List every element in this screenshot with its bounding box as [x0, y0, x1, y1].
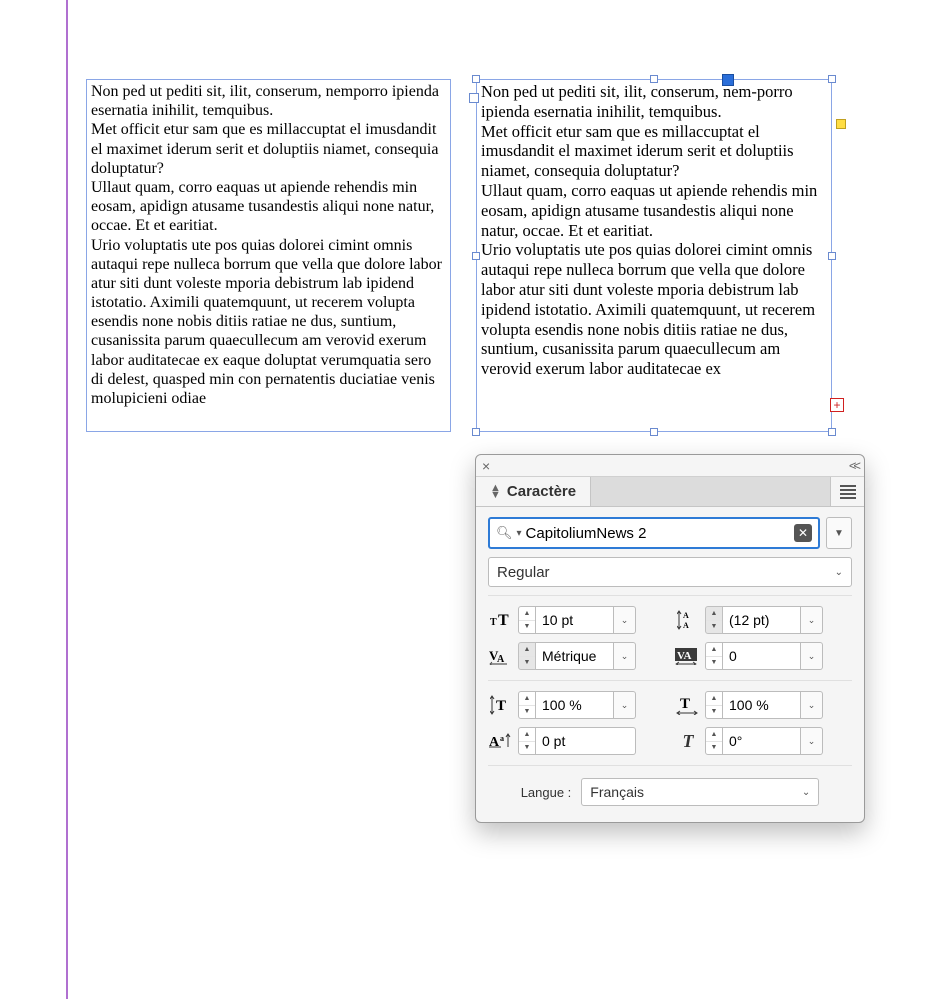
- tracking-input[interactable]: [723, 642, 801, 670]
- handle-top-right[interactable]: [828, 75, 836, 83]
- kerning-input[interactable]: [536, 642, 614, 670]
- filter-chevron-icon[interactable]: ▾: [517, 528, 522, 539]
- svg-text:VA: VA: [677, 650, 692, 662]
- font-style-select[interactable]: Regular ⌄: [488, 557, 852, 587]
- horizontal-scale-icon: T: [675, 692, 701, 718]
- leading-spinner[interactable]: ▲▼: [705, 606, 723, 634]
- chevron-down-icon: ⌄: [835, 567, 843, 578]
- svg-text:a: a: [500, 734, 504, 743]
- svg-text:T: T: [490, 617, 497, 628]
- font-size-input[interactable]: [536, 606, 614, 634]
- text-frame-right-selected[interactable]: Non ped ut pediti sit, ilit, conserum, n…: [476, 79, 832, 432]
- collapse-icon[interactable]: <<: [849, 458, 858, 473]
- content-grabber-indicator[interactable]: [836, 119, 846, 129]
- margin-guide: [66, 0, 68, 999]
- svg-text:A: A: [683, 621, 689, 630]
- handle-top-left[interactable]: [472, 75, 480, 83]
- panel-titlebar[interactable]: × <<: [476, 455, 864, 477]
- handle-bottom-right[interactable]: [828, 428, 836, 436]
- baseline-shift-icon: Aa: [488, 728, 514, 754]
- font-size-control: TT ▲▼ ⌄: [488, 606, 665, 634]
- tab-character[interactable]: ▲▼ Caractère: [476, 477, 591, 506]
- svg-text:T: T: [498, 612, 509, 629]
- svg-text:A: A: [497, 654, 505, 665]
- hscale-spinner[interactable]: ▲▼: [705, 691, 723, 719]
- text-in-port[interactable]: [469, 93, 479, 103]
- vscale-dropdown[interactable]: ⌄: [614, 691, 636, 719]
- skew-dropdown[interactable]: ⌄: [801, 727, 823, 755]
- font-size-icon: TT: [488, 607, 514, 633]
- handle-middle-left[interactable]: [472, 252, 480, 260]
- vertical-scale-icon: T: [488, 692, 514, 718]
- character-panel: × << ▲▼ Caractère 🔍︎ ▾ ✕ ▼ Regular ⌄: [475, 454, 865, 823]
- language-select[interactable]: Français ⌄: [581, 778, 819, 806]
- font-family-dropdown[interactable]: ▼: [826, 517, 852, 549]
- reference-point-indicator[interactable]: [722, 74, 734, 86]
- skew-control: T ▲▼ ⌄: [675, 727, 852, 755]
- tracking-icon: VA: [675, 643, 701, 669]
- handle-bottom-middle[interactable]: [650, 428, 658, 436]
- kerning-icon: VA: [488, 643, 514, 669]
- font-family-input[interactable]: [526, 525, 794, 542]
- vscale-input[interactable]: [536, 691, 614, 719]
- hscale-dropdown[interactable]: ⌄: [801, 691, 823, 719]
- hscale-input[interactable]: [723, 691, 801, 719]
- skew-input[interactable]: [723, 727, 801, 755]
- close-icon[interactable]: ×: [482, 458, 490, 474]
- cycle-icon: ▲▼: [490, 485, 501, 499]
- kerning-control: VA ▲▼ ⌄: [488, 642, 665, 670]
- menu-icon: [840, 483, 856, 501]
- font-size-spinner[interactable]: ▲▼: [518, 606, 536, 634]
- svg-text:T: T: [496, 698, 506, 714]
- horizontal-scale-control: T ▲▼ ⌄: [675, 691, 852, 719]
- handle-bottom-left[interactable]: [472, 428, 480, 436]
- clear-icon[interactable]: ✕: [794, 524, 812, 542]
- leading-input[interactable]: [723, 606, 801, 634]
- leading-control: AA ▲▼ ⌄: [675, 606, 852, 634]
- leading-icon: AA: [675, 607, 701, 633]
- baseline-input[interactable]: [536, 727, 636, 755]
- svg-text:T: T: [680, 696, 690, 712]
- text-out-port-overset[interactable]: +: [830, 398, 844, 412]
- skew-icon: T: [675, 728, 701, 754]
- tracking-dropdown[interactable]: ⌄: [801, 642, 823, 670]
- svg-text:A: A: [683, 611, 689, 620]
- handle-middle-right[interactable]: [828, 252, 836, 260]
- text-content-right: Non ped ut pediti sit, ilit, conserum, n…: [481, 82, 827, 379]
- kerning-spinner[interactable]: ▲▼: [518, 642, 536, 670]
- tab-label: Caractère: [507, 483, 576, 500]
- handle-top-middle[interactable]: [650, 75, 658, 83]
- font-style-value: Regular: [497, 564, 550, 581]
- baseline-spinner[interactable]: ▲▼: [518, 727, 536, 755]
- baseline-shift-control: Aa ▲▼: [488, 727, 665, 755]
- language-value: Français: [590, 784, 644, 800]
- panel-body: 🔍︎ ▾ ✕ ▼ Regular ⌄ TT ▲▼ ⌄: [476, 507, 864, 822]
- font-family-field[interactable]: 🔍︎ ▾ ✕: [488, 517, 820, 549]
- chevron-down-icon: ⌄: [802, 787, 810, 798]
- font-size-dropdown[interactable]: ⌄: [614, 606, 636, 634]
- tracking-control: VA ▲▼ ⌄: [675, 642, 852, 670]
- language-label: Langue :: [521, 785, 572, 800]
- leading-dropdown[interactable]: ⌄: [801, 606, 823, 634]
- vscale-spinner[interactable]: ▲▼: [518, 691, 536, 719]
- vertical-scale-control: T ▲▼ ⌄: [488, 691, 665, 719]
- search-icon: 🔍︎: [496, 525, 513, 541]
- panel-menu-button[interactable]: [830, 477, 864, 506]
- text-frame-left[interactable]: Non ped ut pediti sit, ilit, conserum, n…: [86, 79, 451, 432]
- text-content-left: Non ped ut pediti sit, ilit, conserum, n…: [91, 82, 446, 408]
- tracking-spinner[interactable]: ▲▼: [705, 642, 723, 670]
- skew-spinner[interactable]: ▲▼: [705, 727, 723, 755]
- svg-text:A: A: [489, 735, 500, 750]
- kerning-dropdown[interactable]: ⌄: [614, 642, 636, 670]
- panel-tabs: ▲▼ Caractère: [476, 477, 864, 507]
